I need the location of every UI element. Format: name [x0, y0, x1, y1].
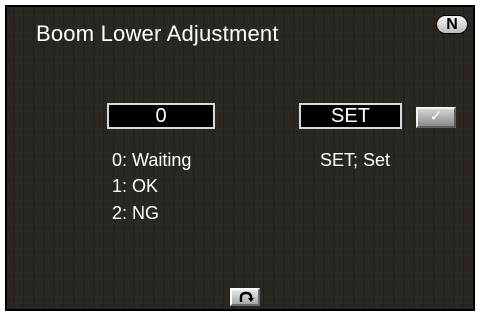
set-hint-text: SET; Set: [320, 150, 391, 170]
adjustment-screen: Boom Lower Adjustment N 0 SET ✓ 0: Waiti…: [5, 5, 475, 311]
page-title: Boom Lower Adjustment: [36, 21, 279, 46]
status-legend-ng: 2: NG: [112, 203, 160, 223]
return-arrow-icon: [239, 291, 254, 302]
confirm-button[interactable]: ✓: [416, 107, 456, 128]
status-legend-ok: 1: OK: [112, 176, 159, 196]
check-icon: ✓: [429, 108, 443, 125]
status-legend-waiting: 0: Waiting: [112, 150, 192, 170]
set-value-field[interactable]: SET: [299, 103, 402, 129]
status-value-field: 0: [107, 103, 215, 129]
mode-indicator-badge: N: [436, 15, 468, 34]
back-button[interactable]: [230, 288, 260, 306]
